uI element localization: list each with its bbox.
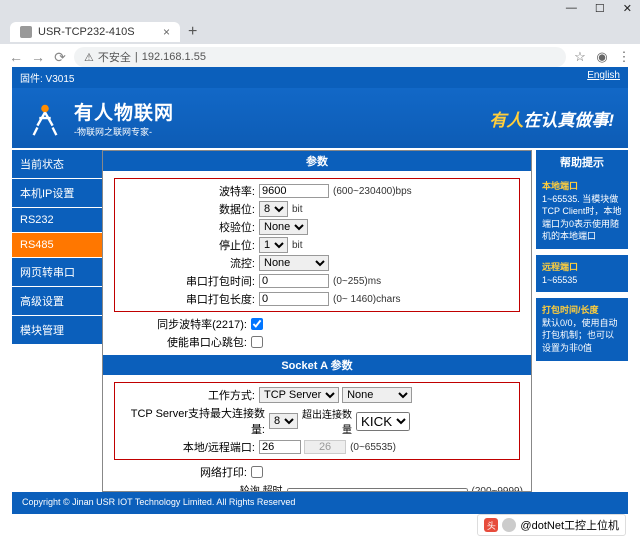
socket-a-title: Socket A 参数 xyxy=(103,355,531,375)
netprint-label: 网络打印: xyxy=(111,464,251,480)
main-panel: 参数 波特率:(600~230400)bps 数据位:8bit 校验位:None… xyxy=(102,150,532,492)
tab-title: USR-TCP232-410S xyxy=(38,26,135,38)
insecure-label: 不安全 xyxy=(98,49,131,65)
work-mode-select2[interactable]: None xyxy=(342,387,412,403)
sidebar-item-rs232[interactable]: RS232 xyxy=(12,208,102,233)
serial-params-box: 波特率:(600~230400)bps 数据位:8bit 校验位:None 停止… xyxy=(114,178,520,312)
parity-label: 校验位: xyxy=(119,219,259,235)
help-box-1: 本地端口1~65535. 当模块做TCP Client时，本地端口为0表示使用随… xyxy=(536,174,628,249)
baud-hint: (600~230400)bps xyxy=(329,186,412,197)
section-title: 参数 xyxy=(103,151,531,171)
pkt-len-input[interactable] xyxy=(259,292,329,306)
pkt-time-input[interactable] xyxy=(259,274,329,288)
help-box-2: 远程端口1~65535 xyxy=(536,255,628,292)
tab-favicon-icon xyxy=(20,26,32,38)
bookmark-icon[interactable]: ☆ xyxy=(572,49,588,65)
exceed-select[interactable]: KICK xyxy=(356,412,410,431)
tab-close-icon[interactable]: × xyxy=(163,25,170,39)
databits-label: 数据位: xyxy=(119,201,259,217)
win-min-icon[interactable]: — xyxy=(566,2,577,20)
sidebar-item-status[interactable]: 当前状态 xyxy=(12,150,102,179)
polltime-input[interactable] xyxy=(287,488,468,493)
copyright-text: Copyright © Jinan USR IOT Technology Lim… xyxy=(22,497,295,507)
avatar-icon xyxy=(502,518,516,532)
modbus-checkbox[interactable] xyxy=(219,491,231,492)
maxconn-select[interactable]: 8 xyxy=(269,413,298,429)
toutiao-overlay: 头 @dotNet工控上位机 xyxy=(477,514,626,536)
exceed-label: 超出连接数量 xyxy=(298,406,356,436)
logo-title: 有人物联网 xyxy=(74,98,174,125)
help-title: 帮助提示 xyxy=(536,150,628,174)
flow-select[interactable]: None xyxy=(259,255,329,271)
nav-back-icon[interactable]: ← xyxy=(8,49,24,65)
slogan: 有人在认真做事! xyxy=(489,106,614,131)
logo-subtitle: -物联网之联网专家- xyxy=(74,125,174,138)
work-mode-label: 工作方式: xyxy=(119,387,259,403)
footer: Copyright © Jinan USR IOT Technology Lim… xyxy=(12,492,628,514)
netprint-checkbox[interactable] xyxy=(251,466,263,478)
sidebar-item-ip[interactable]: 本机IP设置 xyxy=(12,179,102,208)
nav-reload-icon[interactable]: ⟳ xyxy=(52,49,68,66)
serial-hb-checkbox[interactable] xyxy=(251,336,263,348)
toutiao-icon: 头 xyxy=(484,518,498,532)
browser-tab[interactable]: USR-TCP232-410S × xyxy=(10,22,180,42)
serial-hb-label: 使能串口心跳包: xyxy=(111,334,251,350)
nav-forward-icon[interactable]: → xyxy=(30,49,46,65)
help-box-3: 打包时间/长度默认0/0，使用自动打包机制；也可以设置为非0值 xyxy=(536,298,628,360)
sidebar-item-rs485[interactable]: RS485 xyxy=(12,233,102,258)
sync-baud-label: 同步波特率(2217): xyxy=(111,316,251,332)
insecure-icon: ⚠ xyxy=(84,51,94,64)
local-port-input[interactable] xyxy=(259,440,301,454)
profile-icon[interactable]: ◉ xyxy=(594,49,610,65)
modbus-label: ModbusTCP 轮询: xyxy=(111,489,219,492)
english-link[interactable]: English xyxy=(587,70,620,85)
flow-label: 流控: xyxy=(119,255,259,271)
pkt-time-hint: (0~255)ms xyxy=(329,276,381,287)
sync-baud-checkbox[interactable] xyxy=(251,318,263,330)
address-bar[interactable]: ⚠ 不安全 | 192.168.1.55 xyxy=(74,47,566,67)
pkt-len-hint: (0~ 1460)chars xyxy=(329,294,401,305)
win-max-icon[interactable]: ☐ xyxy=(595,2,605,20)
sidebar-item-advanced[interactable]: 高级设置 xyxy=(12,287,102,316)
parity-select[interactable]: None xyxy=(259,219,308,235)
pkt-time-label: 串口打包时间: xyxy=(119,273,259,289)
remote-port-display: 26 xyxy=(304,440,346,454)
port-label: 本地/远程端口: xyxy=(119,439,259,455)
sidebar: 当前状态 本机IP设置 RS232 RS485 网页转串口 高级设置 模块管理 xyxy=(12,150,102,492)
stopbits-label: 停止位: xyxy=(119,237,259,253)
databits-select[interactable]: 8 xyxy=(259,201,288,217)
menu-icon[interactable]: ⋮ xyxy=(616,49,632,65)
polltime-hint: (200~9999) ms xyxy=(468,486,523,492)
socket-a-box: 工作方式:TCP Server None TCP Server支持最大连接数量:… xyxy=(114,382,520,460)
win-close-icon[interactable]: ✕ xyxy=(623,2,632,20)
polltime-label: 轮询 超时时间 : xyxy=(231,482,287,492)
new-tab-button[interactable]: + xyxy=(180,23,205,41)
baud-label: 波特率: xyxy=(119,183,259,199)
port-hint: (0~65535) xyxy=(346,442,396,453)
pkt-len-label: 串口打包长度: xyxy=(119,291,259,307)
sidebar-item-web2serial[interactable]: 网页转串口 xyxy=(12,258,102,287)
stopbits-select[interactable]: 1 xyxy=(259,237,288,253)
firmware-label: 固件: V3015 xyxy=(20,70,74,85)
overlay-user: @dotNet工控上位机 xyxy=(520,517,619,533)
url-text: 192.168.1.55 xyxy=(142,51,206,63)
usr-logo-icon xyxy=(26,99,64,137)
sidebar-item-module[interactable]: 模块管理 xyxy=(12,316,102,345)
work-mode-select[interactable]: TCP Server xyxy=(259,387,339,403)
baud-input[interactable] xyxy=(259,184,329,198)
maxconn-label: TCP Server支持最大连接数量: xyxy=(119,405,269,437)
